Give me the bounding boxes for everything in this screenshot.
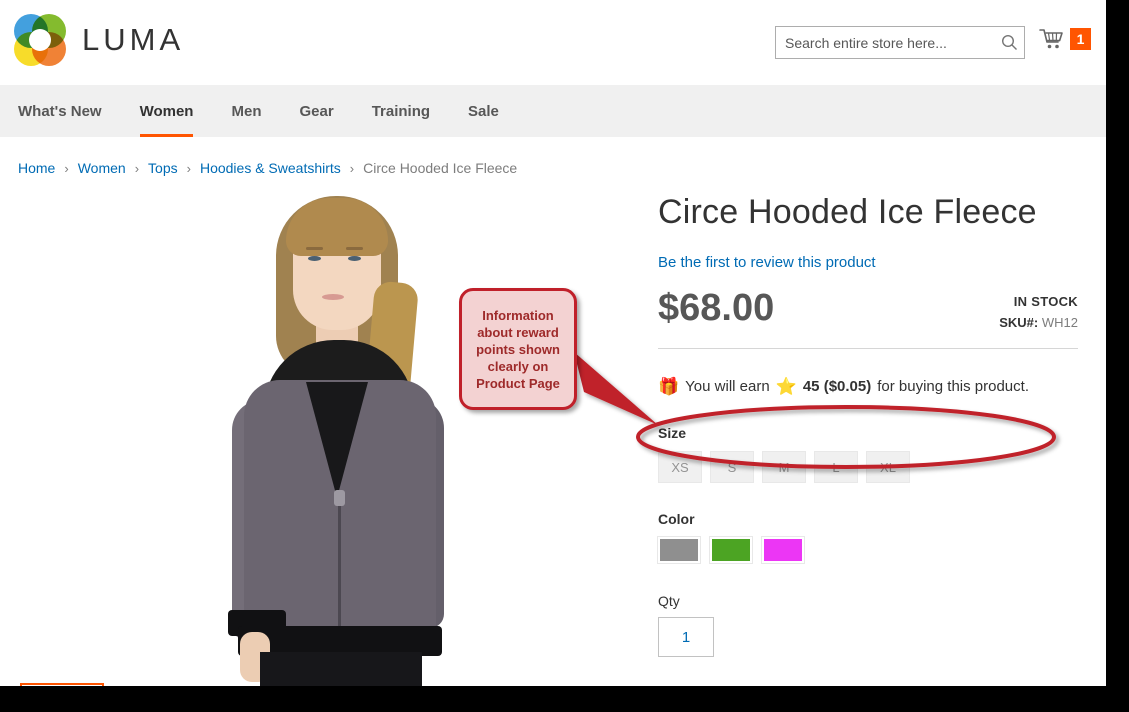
qty-label: Qty: [658, 593, 680, 609]
breadcrumb-separator: ›: [349, 160, 355, 176]
reward-text-after: for buying this product.: [877, 378, 1029, 395]
write-review-link[interactable]: Be the first to review this product: [658, 254, 876, 271]
main-navigation: What's New Women Men Gear Training Sale: [0, 85, 1106, 137]
qty-input[interactable]: [658, 617, 714, 657]
breadcrumb-item-current-product: Circe Hooded Ice Fleece: [363, 160, 518, 176]
stock-and-sku: IN STOCK SKU#: WH12: [999, 286, 1078, 330]
search-icon[interactable]: [994, 27, 1024, 58]
size-option-m[interactable]: M: [762, 451, 806, 483]
sku-value: WH12: [1041, 315, 1078, 330]
site-header: LUMA Search entire store here... 1: [0, 0, 1106, 85]
size-option-l[interactable]: L: [814, 451, 858, 483]
brand-name: LUMA: [82, 22, 185, 57]
breadcrumb-item-hoodies-sweatshirts[interactable]: Hoodies & Sweatshirts: [200, 160, 341, 176]
cart-area[interactable]: 1: [1038, 27, 1091, 51]
breadcrumb-item-home[interactable]: Home: [18, 160, 55, 176]
nav-item-men[interactable]: Men: [212, 85, 280, 137]
nav-item-sale[interactable]: Sale: [449, 85, 518, 137]
breadcrumb-separator: ›: [186, 160, 191, 176]
nav-item-women[interactable]: Women: [121, 85, 213, 137]
product-thumbnail-active[interactable]: [20, 683, 104, 686]
product-sku: SKU#: WH12: [999, 315, 1078, 330]
section-divider: [658, 348, 1078, 349]
nav-item-gear[interactable]: Gear: [280, 85, 352, 137]
size-label: Size: [658, 425, 687, 441]
page-title: Circe Hooded Ice Fleece: [658, 193, 1037, 231]
breadcrumb-item-tops[interactable]: Tops: [148, 160, 178, 176]
search-input[interactable]: [776, 27, 994, 58]
reward-points-value: 45 ($0.05): [802, 378, 872, 395]
product-gallery[interactable]: [18, 190, 638, 686]
screenshot-root: LUMA Search entire store here... 1 What'…: [0, 0, 1129, 712]
reward-text-before: You will earn: [685, 378, 770, 395]
product-price: $68.00: [658, 287, 775, 329]
breadcrumb: Home › Women › Tops › Hoodies & Sweatshi…: [18, 160, 517, 176]
product-main-image[interactable]: [198, 190, 478, 686]
shopping-cart-icon[interactable]: [1038, 27, 1064, 51]
color-options: [657, 536, 1078, 564]
reward-points-message: 🎁 You will earn ⭐ 45 ($0.05) for buying …: [658, 377, 1078, 397]
color-swatch-green[interactable]: [709, 536, 753, 564]
color-swatch-purple[interactable]: [761, 536, 805, 564]
sku-label: SKU#:: [999, 315, 1039, 330]
breadcrumb-separator: ›: [64, 160, 69, 176]
size-options: XS S M L XL: [658, 451, 1078, 483]
nav-item-training[interactable]: Training: [353, 85, 449, 137]
color-label: Color: [658, 511, 695, 527]
search-box[interactable]: [775, 26, 1025, 59]
star-icon: ⭐: [775, 377, 797, 396]
gift-icon: 🎁: [658, 377, 680, 396]
site-logo[interactable]: LUMA: [14, 14, 184, 66]
price-row: $68.00 IN STOCK SKU#: WH12: [658, 286, 1078, 330]
product-info: Circe Hooded Ice Fleece Be the first to …: [657, 190, 1078, 657]
size-option-s[interactable]: S: [710, 451, 754, 483]
breadcrumb-separator: ›: [134, 160, 140, 176]
browser-viewport: LUMA Search entire store here... 1 What'…: [0, 0, 1106, 686]
nav-item-whats-new[interactable]: What's New: [18, 85, 121, 137]
size-option-xl[interactable]: XL: [866, 451, 910, 483]
color-swatch-gray[interactable]: [657, 536, 701, 564]
status-badge: IN STOCK: [1013, 294, 1078, 309]
size-option-xs[interactable]: XS: [658, 451, 702, 483]
luma-flower-logo-icon: [14, 14, 66, 66]
breadcrumb-item-women[interactable]: Women: [78, 160, 126, 176]
cart-count-badge: 1: [1070, 28, 1091, 50]
